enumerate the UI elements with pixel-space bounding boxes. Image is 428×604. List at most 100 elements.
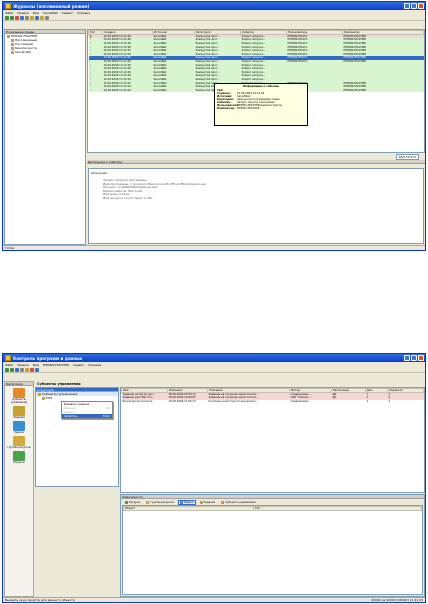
refresh-icon[interactable] [15,367,19,372]
tab-label: Задачи [183,501,194,504]
menu-item-service[interactable]: Сервис [73,363,84,367]
maximize-button[interactable] [411,3,417,9]
menu-item-view[interactable]: Вид [33,363,39,367]
close-button[interactable] [418,355,424,361]
stop-icon[interactable] [15,15,19,20]
jobs-table-pane: Имя Изменено Описание Метод Расписание Для Сод… [120,387,425,493]
minimize-button[interactable] [404,355,410,361]
delete-icon[interactable] [30,367,34,372]
tab-icon [179,501,183,504]
computer-icon [42,396,45,400]
refresh-icon[interactable] [20,15,24,20]
column-header[interactable]: Тип [253,506,422,511]
cell-sched [332,400,366,404]
back-icon[interactable] [5,367,9,372]
job-row[interactable]: КЦ ресурсов после из... 18.09.2009 11:05:… [122,400,424,404]
maximize-button[interactable] [411,355,417,361]
status-counter: 00000 из 00000 [00000] 11:21:43 [371,598,423,602]
back-icon[interactable] [5,15,9,20]
menu-item-edit[interactable]: Правка [17,11,28,15]
column-header[interactable]: Объект [123,506,254,511]
cell-method: Содержимое ... [290,399,312,403]
menu-item-edit[interactable]: Правка [17,363,28,367]
tree-item-secretnet[interactable]: Secret Net [5,50,85,54]
nav-resources[interactable]: Ресурсы [5,451,33,464]
status-text: Готов [5,246,15,250]
details-header: Детальное о событии [87,160,425,164]
menu-item-label: Свойства... [64,414,80,418]
filter-icon[interactable] [30,15,34,20]
log-icon [11,38,14,42]
context-menu-item[interactable]: Добавить задание [62,402,112,406]
log-icon [11,42,14,46]
find-icon[interactable] [45,15,49,20]
menu-item-file[interactable]: Файл [5,11,13,15]
menu-item-label: Удалить [64,410,76,414]
cell-changed: 18.09.2009 11:05:17 [168,399,196,403]
control-window: Контроль программ и данных Файл Правка В… [2,353,426,603]
computer-icon [7,34,10,38]
menu-item-file[interactable]: Файл [5,363,13,367]
menu-item-service[interactable]: Сервис [62,11,73,15]
app-icon [5,3,11,9]
popup-value: ЕЭЭ\NS-TEACHER [237,107,260,110]
menu-item-secretnet[interactable]: SecretNet [43,11,58,15]
properties-icon[interactable] [35,367,39,372]
context-menu-item[interactable]: Свойства... Enter [62,414,112,418]
menu-item-help[interactable]: Справка [88,363,101,367]
cell-name: КЦ ресурсов после из... [122,399,155,403]
details-panel: Детальное о событии Описание: Запрет зап… [87,160,425,245]
close-button[interactable] [418,3,424,9]
tab-label: Группы ресурсов [150,501,174,504]
cell-src: SecretNet [152,88,195,92]
cell-contains: 2 [388,399,391,403]
menu-item-label: Добавить задание [64,402,90,406]
event-log-window: Журналы (апплиманный режим) Файл Правка … [2,1,426,251]
popup-key: Компьютер: [217,107,236,110]
menu-item-label: Задание [64,406,76,410]
status-bar: Вызвать окно свойств для данного объекта… [3,597,425,602]
event-info-popup: Информация о событии Тип: Создано: 10.09.2… [214,83,308,126]
resource-groups-icon [13,436,25,446]
tree-item-domain[interactable]: ЕЭЭ [36,396,118,400]
main-title-bar: Субъекты управления [35,381,425,386]
resources-icon [13,451,25,461]
nav-tasks[interactable]: Задачи [5,421,33,434]
jobs-table: Имя Изменено Описание Метод Расписание Для Сод… [121,388,424,403]
check-icon: ✓ [88,88,103,92]
status-bar: Готов [3,245,425,250]
nav-jobs[interactable]: Задания [5,406,33,419]
forward-icon[interactable] [10,15,14,20]
properties-icon[interactable] [35,15,39,20]
nav-resource-groups[interactable]: Группы ресурсов [5,436,33,449]
menu-item-view[interactable]: Вид [33,11,39,15]
search-icon[interactable] [25,15,29,20]
export-icon[interactable] [40,15,44,20]
cell-pc: ЕЭЭ\NS-TEACHER [342,88,424,92]
event-log-titlebar[interactable]: Журналы (апплиманный режим) [3,2,425,10]
app-icon [5,355,11,361]
description-line: Имя ресурса отсутствует в UEL. [103,195,154,200]
log-icon [11,50,14,54]
description-box: Описание: Запрет запуска программы. Имя п… [88,168,424,244]
tab-label: Ресурсы [129,501,141,504]
search-icon[interactable] [20,367,24,372]
toolbar [3,15,425,21]
folder-icon [38,392,41,396]
popup-row: Компьютер: ЕЭЭ\NS-TEACHER [215,107,307,110]
cell-desc: Контроль целостности ресурсов А... [208,399,259,403]
folder-icon[interactable] [25,367,29,372]
forward-icon[interactable] [10,367,14,372]
tab-label: Задания [203,501,216,504]
category-nav: Категории Субъекты управления Задания За… [4,381,34,597]
context-menu-item[interactable]: Удалить [62,410,112,414]
context-menu: Добавить задание Задание Del Удалить Свойств… [61,401,113,419]
minimize-button[interactable] [404,3,410,9]
control-titlebar[interactable]: Контроль программ и данных [3,354,425,362]
nav-subjects[interactable]: Субъекты управления [5,388,33,404]
log-tree-pane: Локальные среды ЕЭЭ-NS-TEACHER Программн… [4,29,86,245]
menu-item-shortcut: Enter [103,414,110,418]
menu-item-help[interactable]: Справка [77,11,90,15]
toolbar [3,367,425,373]
menu-item-computer[interactable]: ЕЭЭ\NS-TEACHER [43,363,69,367]
